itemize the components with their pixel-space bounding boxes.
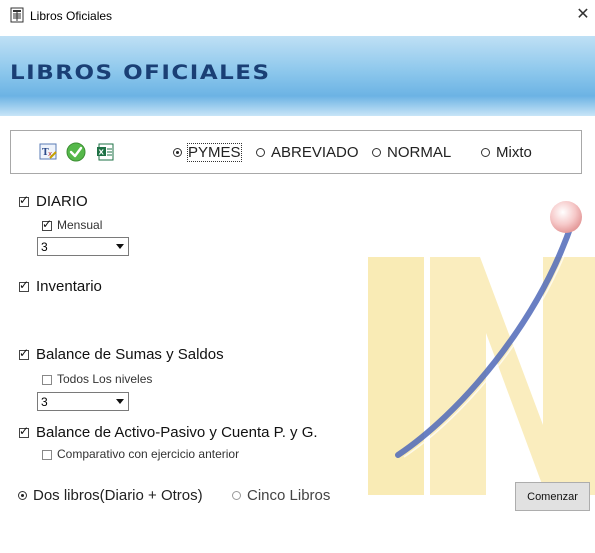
comparativo-label: Comparativo con ejercicio anterior [57,447,240,461]
plan-radio-label: Mixto [496,144,532,161]
todos-niveles-label: Todos Los niveles [57,372,153,386]
mensual-checkbox[interactable] [42,217,52,231]
plan-radio-normal[interactable]: NORMAL [372,144,451,161]
green-check-icon[interactable] [66,142,86,162]
balance-activo-checkbox[interactable] [19,424,29,438]
chevron-down-icon [116,244,124,249]
app-window-icon [10,7,24,23]
balance-sumas-label: Balance de Sumas y Saldos [36,346,224,363]
svg-text:X: X [99,149,105,157]
close-icon: ✕ [576,6,590,23]
plan-radio-label: PYMES [187,143,242,162]
diario-checkbox[interactable] [19,193,29,207]
mensual-label: Mensual [57,218,103,232]
libros-radio-label: Cinco Libros [247,487,331,504]
inventario-checkbox[interactable] [19,278,29,292]
plan-toolbar: T x X PYMES ABREVIADO NORMAL Mixto [10,130,582,174]
plan-radio-abreviado[interactable]: ABREVIADO [256,144,359,161]
radio-indicator [232,491,241,500]
plan-radio-mixto[interactable]: Mixto [481,144,532,161]
plan-radio-pymes[interactable]: PYMES [173,143,242,162]
diario-label: DIARIO [36,193,88,210]
radio-indicator [256,148,265,157]
balance-activo-label: Balance de Activo-Pasivo y Cuenta P. y G… [36,424,318,441]
plan-radio-label: ABREVIADO [271,144,359,161]
start-button[interactable]: Comenzar [515,482,590,511]
window-title: Libros Oficiales [30,9,113,23]
chevron-down-icon [116,399,124,404]
month-select-value: 3 [41,240,48,254]
libros-radio-dos[interactable]: Dos libros(Diario + Otros) [18,487,203,504]
radio-indicator [18,491,27,500]
plan-radio-label: NORMAL [387,144,452,161]
close-button[interactable]: ✕ [572,3,594,27]
company-logo-icon [368,201,595,495]
balance-sumas-checkbox[interactable] [19,346,29,360]
inventario-label: Inventario [36,278,102,295]
libros-radio-cinco[interactable]: Cinco Libros [232,487,330,504]
comparativo-checkbox[interactable] [42,450,52,460]
banner-title: LIBROS OFICIALES [10,62,271,85]
radio-indicator [481,148,490,157]
level-select[interactable]: 3 [37,392,129,411]
level-select-value: 3 [41,395,48,409]
radio-indicator [372,148,381,157]
month-select[interactable]: 3 [37,237,129,256]
text-document-icon[interactable]: T x [39,143,57,161]
excel-icon[interactable]: X [96,143,114,161]
radio-indicator [173,148,182,157]
todos-niveles-checkbox[interactable] [42,375,52,385]
libros-radio-label: Dos libros(Diario + Otros) [33,487,203,504]
